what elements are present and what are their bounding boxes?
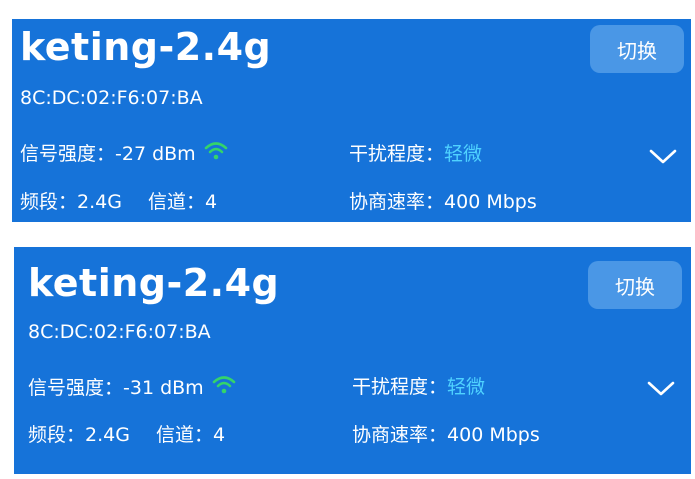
interference-label: 干扰程度：	[352, 376, 448, 398]
switch-button[interactable]: 切换	[588, 261, 682, 309]
band-channel: 频段：2.4G 信道：4	[20, 189, 217, 215]
signal-strength: 信号强度：-31 dBm	[28, 374, 236, 403]
signal-label: 信号强度：	[20, 143, 116, 165]
signal-value: -31 dBm	[123, 377, 204, 399]
network-card: keting-2.4g 8C:DC:02:F6:07:BA 信号强度：-31 d…	[14, 247, 691, 474]
channel-value: 4	[204, 191, 218, 213]
interference-value: 轻微	[447, 376, 486, 398]
channel-value: 4	[212, 424, 226, 446]
band-value: 2.4G	[77, 191, 122, 213]
mac-address: 8C:DC:02:F6:07:BA	[20, 87, 203, 109]
interference-level: 干扰程度：轻微	[349, 141, 482, 167]
channel-label: 信道：	[155, 424, 213, 446]
band-label: 频段：	[20, 191, 78, 213]
negotiated-rate: 协商速率：400 Mbps	[352, 422, 540, 448]
interference-level: 干扰程度：轻微	[352, 374, 485, 400]
negotiated-rate: 协商速率：400 Mbps	[349, 189, 537, 215]
channel-label: 信道：	[147, 191, 205, 213]
signal-strength: 信号强度：-27 dBm	[20, 140, 228, 169]
wifi-icon	[212, 374, 236, 403]
rate-label: 协商速率：	[349, 191, 445, 213]
rate-value: 400 Mbps	[447, 424, 540, 446]
network-card: keting-2.4g 8C:DC:02:F6:07:BA 信号强度：-27 d…	[12, 19, 691, 222]
chevron-down-icon[interactable]	[648, 147, 678, 171]
interference-value: 轻微	[444, 143, 483, 165]
ssid-label: keting-2.4g	[28, 261, 280, 305]
mac-address: 8C:DC:02:F6:07:BA	[28, 321, 211, 343]
rate-value: 400 Mbps	[444, 191, 537, 213]
interference-label: 干扰程度：	[349, 143, 445, 165]
band-channel: 频段：2.4G 信道：4	[28, 422, 225, 448]
wifi-icon	[204, 140, 228, 169]
band-value: 2.4G	[85, 424, 130, 446]
ssid-label: keting-2.4g	[20, 25, 272, 69]
signal-value: -27 dBm	[115, 143, 196, 165]
rate-label: 协商速率：	[352, 424, 448, 446]
switch-button[interactable]: 切换	[590, 25, 684, 73]
signal-label: 信号强度：	[28, 377, 124, 399]
band-label: 频段：	[28, 424, 86, 446]
chevron-down-icon[interactable]	[646, 379, 676, 403]
